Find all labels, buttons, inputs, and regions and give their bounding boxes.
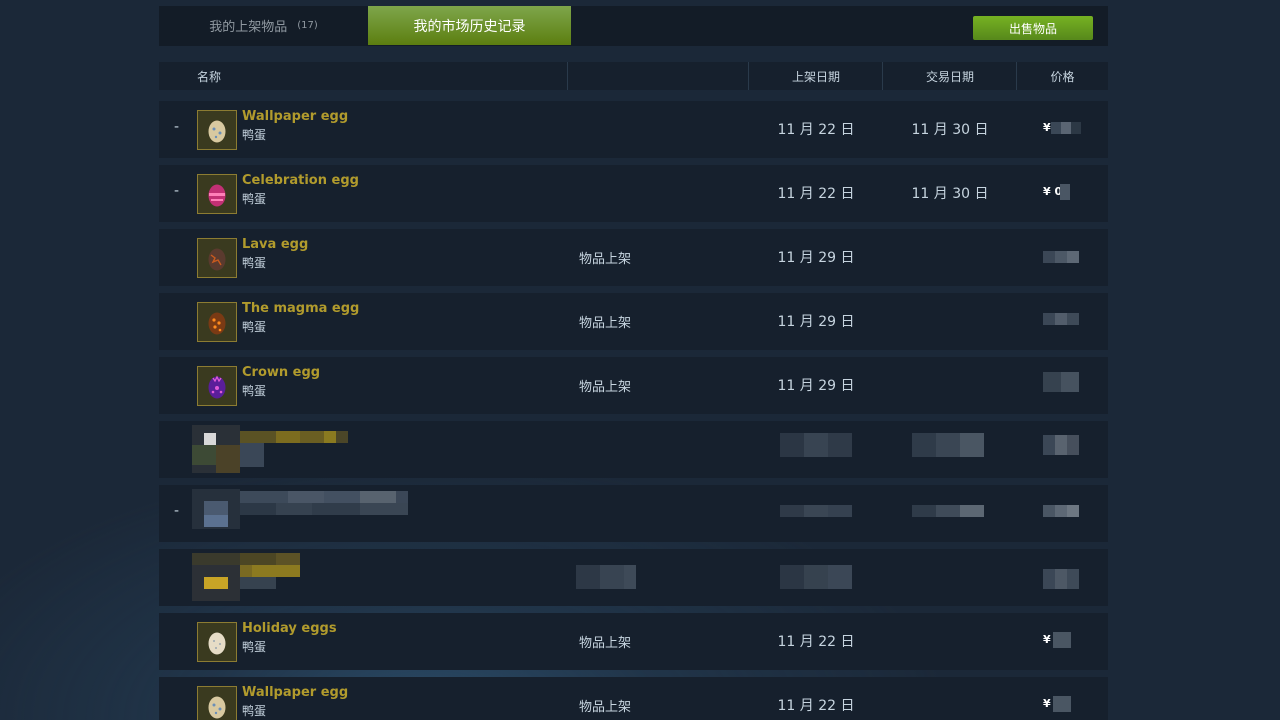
action-label: 物品上架 (579, 252, 632, 267)
redacted-price (1043, 372, 1079, 392)
redacted-price (1043, 313, 1079, 325)
egg-icon (208, 375, 226, 398)
gain-loss-indicator: - (174, 183, 180, 199)
listed-date: 11 月 22 日 (777, 186, 855, 202)
history-list: - Wallpaper egg 鸭蛋 11 月 22 日 11 月 30 日 ¥… (159, 101, 1108, 720)
redacted-item-name (240, 431, 348, 443)
redacted-price (1043, 435, 1079, 455)
redacted-item-game (240, 577, 276, 589)
item-name-link[interactable]: Lava egg (242, 237, 308, 252)
header-listed-date: 上架日期 (791, 69, 840, 84)
redacted-item-name (240, 491, 408, 503)
egg-icon (208, 184, 226, 206)
history-row[interactable]: Holiday eggs 鸭蛋 物品上架 11 月 22 日 ¥ (159, 613, 1108, 670)
item-game-name: 鸭蛋 (242, 192, 267, 206)
item-name-link[interactable]: Wallpaper egg (242, 685, 348, 700)
item-image[interactable] (197, 110, 237, 150)
redacted-price (1060, 184, 1070, 200)
egg-icon (208, 632, 226, 654)
redacted-price (1043, 569, 1079, 589)
history-row[interactable]: Wallpaper egg 鸭蛋 物品上架 11 月 22 日 ¥ (159, 677, 1108, 720)
price-value: ¥ (1043, 633, 1051, 646)
item-game-name: 鸭蛋 (242, 256, 267, 270)
history-row[interactable]: Crown egg 鸭蛋 物品上架 11 月 29 日 (159, 357, 1108, 414)
listed-date: 11 月 22 日 (777, 698, 855, 714)
redacted-traded-date (912, 433, 984, 457)
tab-my-listings[interactable]: 我的上架物品 (17) (159, 6, 368, 45)
item-name-link[interactable]: Celebration egg (242, 173, 359, 188)
listed-date: 11 月 22 日 (777, 122, 855, 138)
item-game-name: 鸭蛋 (242, 384, 267, 398)
redacted-listed-date (780, 505, 852, 517)
tab-my-listings-count: (17) (297, 20, 318, 31)
egg-icon (208, 120, 226, 142)
redacted-price (1051, 122, 1081, 134)
gain-loss-indicator: - (174, 119, 180, 135)
item-game-name: 鸭蛋 (242, 640, 267, 654)
gain-loss-indicator: - (174, 503, 180, 519)
history-row[interactable]: - Wallpaper egg 鸭蛋 11 月 22 日 11 月 30 日 ¥ (159, 101, 1108, 158)
redacted-listed-date (780, 565, 852, 589)
item-game-name: 鸭蛋 (242, 704, 267, 718)
listed-date: 11 月 29 日 (777, 250, 855, 266)
redacted-price (1043, 251, 1079, 263)
redacted-action (576, 565, 636, 589)
history-row[interactable]: Lava egg 鸭蛋 物品上架 11 月 29 日 (159, 229, 1108, 286)
redacted-item-image (192, 425, 240, 473)
egg-icon (208, 248, 226, 270)
listed-date: 11 月 22 日 (777, 634, 855, 650)
action-label: 物品上架 (579, 700, 632, 715)
redacted-price (1053, 696, 1071, 712)
action-label: 物品上架 (579, 636, 632, 651)
header-divider (567, 62, 568, 90)
header-traded-date: 交易日期 (925, 69, 974, 84)
item-image[interactable] (197, 366, 237, 406)
traded-date: 11 月 30 日 (911, 186, 989, 202)
tabs-bar: 我的上架物品 (17) 我的市场历史记录 出售物品 (159, 6, 1108, 46)
redacted-item-game (240, 443, 264, 467)
item-image[interactable] (197, 238, 237, 278)
history-row[interactable]: The magma egg 鸭蛋 物品上架 11 月 29 日 (159, 293, 1108, 350)
item-name-link[interactable]: The magma egg (242, 301, 359, 316)
item-image[interactable] (197, 622, 237, 662)
item-game-name: 鸭蛋 (242, 128, 267, 142)
action-label: 物品上架 (579, 316, 632, 331)
tab-my-listings-label: 我的上架物品 (209, 20, 288, 35)
action-label: 物品上架 (579, 380, 632, 395)
redacted-item-image (192, 553, 240, 601)
listed-date: 11 月 29 日 (777, 314, 855, 330)
redacted-item-name-2 (240, 565, 300, 577)
history-row[interactable] (159, 549, 1108, 606)
redacted-item-name (240, 553, 300, 565)
egg-icon (208, 312, 226, 334)
header-price: 价格 (1050, 69, 1075, 84)
history-row[interactable] (159, 421, 1108, 478)
redacted-listed-date (780, 433, 852, 457)
item-image[interactable] (197, 686, 237, 720)
redacted-traded-date (912, 505, 984, 517)
redacted-price (1043, 505, 1079, 517)
redacted-item-name-2 (240, 503, 408, 515)
price-value: ¥ (1043, 697, 1051, 710)
item-name-link[interactable]: Holiday eggs (242, 621, 337, 636)
table-header: 名称 上架日期 交易日期 价格 (159, 62, 1108, 90)
price-value: ¥ (1043, 121, 1051, 134)
traded-date: 11 月 30 日 (911, 122, 989, 138)
egg-icon (208, 696, 226, 718)
history-row[interactable]: - (159, 485, 1108, 542)
sell-item-button[interactable]: 出售物品 (973, 16, 1093, 40)
tab-market-history[interactable]: 我的市场历史记录 (368, 6, 571, 45)
item-game-name: 鸭蛋 (242, 320, 267, 334)
redacted-price (1053, 632, 1071, 648)
item-image[interactable] (197, 302, 237, 342)
history-row[interactable]: - Celebration egg 鸭蛋 11 月 22 日 11 月 30 日… (159, 165, 1108, 222)
listed-date: 11 月 29 日 (777, 378, 855, 394)
item-image[interactable] (197, 174, 237, 214)
redacted-item-image (192, 489, 240, 529)
item-name-link[interactable]: Wallpaper egg (242, 109, 348, 124)
header-name: 名称 (197, 69, 222, 84)
item-name-link[interactable]: Crown egg (242, 365, 320, 380)
